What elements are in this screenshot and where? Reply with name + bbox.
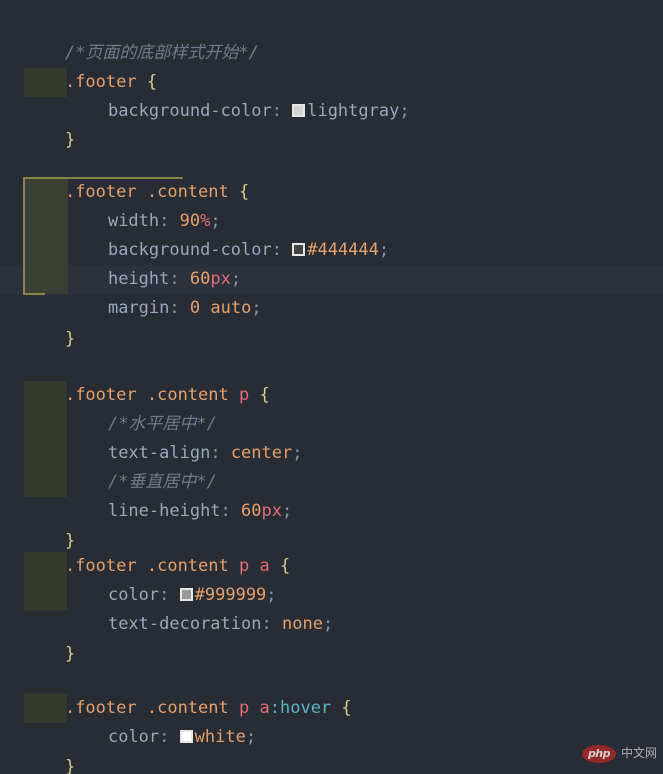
code-line-26[interactable]: } (0, 724, 663, 774)
watermark-text: 中文网 (620, 746, 657, 760)
code-line-3[interactable]: background-color: lightgray; (0, 68, 663, 121)
code-line-21[interactable]: text-decoration: none; (0, 581, 663, 634)
code-line-15[interactable]: text-align: center; (0, 410, 663, 463)
code-line-6[interactable]: .footer .content { (0, 149, 663, 202)
code-line-14[interactable]: /*水平居中*/ (0, 381, 663, 434)
code-editor-pane[interactable]: /*页面的底部样式开始*/ .footer { background-color… (0, 0, 663, 774)
code-line-16[interactable]: /*垂直居中*/ (0, 439, 663, 492)
code-line-25[interactable]: color: white; (0, 694, 663, 747)
code-line-7[interactable]: width: 90%; (0, 178, 663, 231)
code-line-22[interactable]: } (0, 611, 663, 664)
code-line-20[interactable]: color: #999999; (0, 552, 663, 605)
php-logo-icon: php (581, 744, 616, 763)
close-brace-token: } (64, 644, 76, 664)
close-brace-token: } (64, 329, 76, 349)
code-line-1[interactable]: /*页面的底部样式开始*/ (0, 10, 663, 63)
close-brace-token: } (64, 757, 76, 774)
code-line-8[interactable]: background-color: #444444; (0, 207, 663, 260)
watermark: php 中文网 (581, 739, 657, 768)
scope-end-bar (23, 293, 45, 295)
code-line-24[interactable]: .footer .content p a:hover { (0, 665, 663, 718)
code-line-10[interactable]: margin: 0 auto; (0, 265, 663, 318)
code-line-11[interactable]: } (0, 296, 663, 349)
code-line-2[interactable]: .footer { (0, 39, 663, 92)
code-line-4[interactable]: } (0, 97, 663, 150)
close-brace-token: } (64, 130, 76, 150)
code-line-17[interactable]: line-height: 60px; (0, 468, 663, 521)
code-line-13[interactable]: .footer .content p { (0, 352, 663, 405)
code-line-9[interactable]: height: 60px; (0, 236, 663, 289)
code-line-19[interactable]: .footer .content p a { (0, 523, 663, 576)
scope-start-bar (23, 177, 183, 179)
